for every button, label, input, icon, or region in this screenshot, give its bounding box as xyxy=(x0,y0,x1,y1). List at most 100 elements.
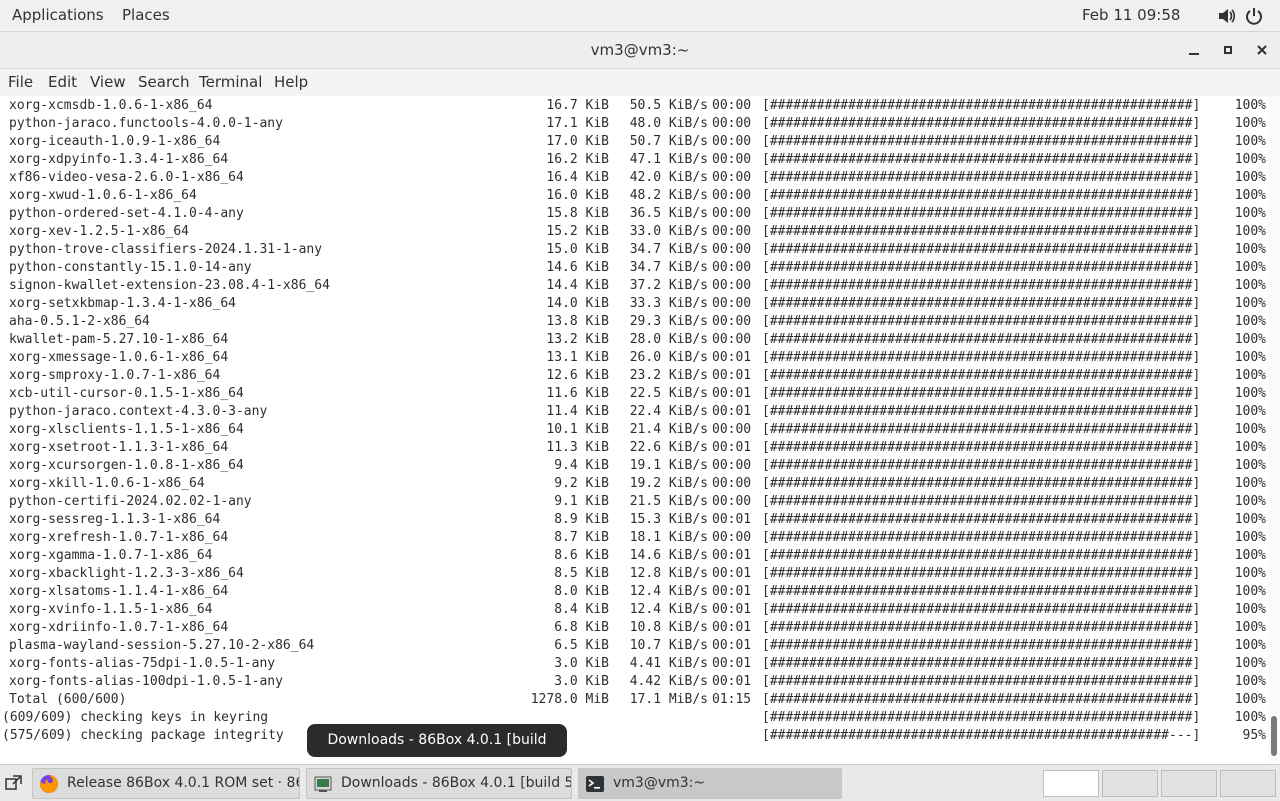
terminal-size: 16.4 KiB xyxy=(546,170,609,185)
terminal-bar: [#######################################… xyxy=(762,368,1201,383)
menu-search[interactable]: Search xyxy=(138,69,190,96)
terminal-text: (575/609) checking package integrity xyxy=(2,728,284,743)
terminal-line: xorg-fonts-alias-100dpi-1.0.5-1-any 3.0 K… xyxy=(0,673,1268,691)
applications-menu[interactable]: Applications xyxy=(12,0,104,31)
terminal-pct: 100% xyxy=(1234,602,1266,617)
terminal-pct: 100% xyxy=(1234,692,1266,707)
close-icon[interactable] xyxy=(1252,40,1272,60)
terminal-name: xorg-iceauth-1.0.9-1-x86_64 xyxy=(9,134,221,149)
terminal-bar: [#######################################… xyxy=(762,98,1201,113)
terminal-pct: 100% xyxy=(1234,224,1266,239)
terminal-time: 00:01 xyxy=(712,350,752,365)
taskbar-item-label: vm3@vm3:~ xyxy=(613,775,706,791)
terminal-bar: [#######################################… xyxy=(762,602,1201,617)
minimize-icon[interactable] xyxy=(1184,40,1204,60)
terminal-bar: [#######################################… xyxy=(762,224,1201,239)
menu-view[interactable]: View xyxy=(90,69,126,96)
terminal-bar: [#######################################… xyxy=(762,170,1201,185)
menu-terminal[interactable]: Terminal xyxy=(199,69,262,96)
terminal-size: 11.6 KiB xyxy=(546,386,609,401)
terminal-pct: 100% xyxy=(1234,350,1266,365)
terminal-bar: [#######################################… xyxy=(762,512,1201,527)
terminal-speed: 19.1 KiB/s xyxy=(629,458,708,473)
terminal-speed: 48.2 KiB/s xyxy=(629,188,708,203)
terminal-pct: 100% xyxy=(1234,170,1266,185)
terminal-size: 8.7 KiB xyxy=(554,530,609,545)
workspace-1[interactable] xyxy=(1043,770,1099,797)
menu-help[interactable]: Help xyxy=(274,69,308,96)
terminal-time: 00:01 xyxy=(712,548,752,563)
scrollbar-thumb[interactable] xyxy=(1271,716,1277,756)
window-titlebar[interactable]: vm3@vm3:~ xyxy=(0,32,1280,69)
terminal-size: 14.0 KiB xyxy=(546,296,609,311)
speaker-icon[interactable] xyxy=(1216,6,1236,26)
terminal-size: 13.1 KiB xyxy=(546,350,609,365)
clock[interactable]: Feb 11 09:58 xyxy=(1082,0,1180,31)
terminal-time: 00:01 xyxy=(712,368,752,383)
terminal-pct: 100% xyxy=(1234,458,1266,473)
menu-file[interactable]: File xyxy=(8,69,33,96)
terminal-time: 00:00 xyxy=(712,224,752,239)
workspace-4[interactable] xyxy=(1220,770,1276,797)
terminal-bar: [#######################################… xyxy=(762,188,1201,203)
terminal-pct: 100% xyxy=(1234,584,1266,599)
terminal-output[interactable]: xorg-xcmsdb-1.0.6-1-x86_64 16.7 KiB 50.5 K… xyxy=(0,96,1268,762)
show-desktop-icon[interactable] xyxy=(4,773,24,793)
terminal-name: python-certifi-2024.02.02-1-any xyxy=(9,494,252,509)
terminal-time: 00:00 xyxy=(712,422,752,437)
terminal-line: xorg-xvinfo-1.1.5-1-x86_64 8.4 KiB 12.4 Ki… xyxy=(0,601,1268,619)
terminal-bar: [#######################################… xyxy=(762,350,1201,365)
terminal-bar: [#######################################… xyxy=(762,422,1201,437)
workspace-2[interactable] xyxy=(1102,770,1158,797)
terminal-name: xorg-xvinfo-1.1.5-1-x86_64 xyxy=(9,602,213,617)
terminal-pct: 100% xyxy=(1234,440,1266,455)
terminal-speed: 33.0 KiB/s xyxy=(629,224,708,239)
terminal-size: 13.8 KiB xyxy=(546,314,609,329)
terminal-speed: 12.4 KiB/s xyxy=(629,602,708,617)
power-icon[interactable] xyxy=(1244,6,1264,26)
terminal-pct: 100% xyxy=(1234,494,1266,509)
terminal-speed: 33.3 KiB/s xyxy=(629,296,708,311)
terminal-line: python-jaraco.functools-4.0.0-1-any 17.1 … xyxy=(0,115,1268,133)
terminal-bar: [#######################################… xyxy=(762,386,1201,401)
terminal-size: 16.2 KiB xyxy=(546,152,609,167)
maximize-icon[interactable] xyxy=(1218,40,1238,60)
terminal-size: 17.0 KiB xyxy=(546,134,609,149)
terminal-line: xorg-xsetroot-1.1.3-1-x86_64 11.3 KiB 22.6… xyxy=(0,439,1268,457)
taskbar-item-label: Downloads - 86Box 4.0.1 [build 5… xyxy=(341,775,572,791)
terminal-name: xorg-xmessage-1.0.6-1-x86_64 xyxy=(9,350,229,365)
menu-edit[interactable]: Edit xyxy=(48,69,77,96)
terminal-time: 00:01 xyxy=(712,584,752,599)
terminal-size: 9.1 KiB xyxy=(554,494,609,509)
terminal-name: xorg-setxkbmap-1.3.4-1-x86_64 xyxy=(9,296,236,311)
taskbar: Release 86Box 4.0.1 ROM set · 86… Downlo… xyxy=(0,764,1280,801)
terminal-name: xorg-xrefresh-1.0.7-1-x86_64 xyxy=(9,530,229,545)
terminal-size: 11.4 KiB xyxy=(546,404,609,419)
terminal-size: 3.0 KiB xyxy=(554,674,609,689)
workspace-3[interactable] xyxy=(1161,770,1217,797)
places-menu[interactable]: Places xyxy=(122,0,170,31)
taskbar-item-firefox[interactable]: Release 86Box 4.0.1 ROM set · 86… xyxy=(32,768,300,799)
terminal-size: 8.5 KiB xyxy=(554,566,609,581)
terminal-line: Total (600/600) 1278.0 MiB 17.1 MiB/s 01:15… xyxy=(0,691,1268,709)
terminal-name: signon-kwallet-extension-23.08.4-1-x86_6… xyxy=(9,278,330,293)
terminal-bar: [#######################################… xyxy=(762,620,1201,635)
terminal-time: 00:01 xyxy=(712,620,752,635)
terminal-speed: 37.2 KiB/s xyxy=(629,278,708,293)
terminal-bar: [#######################################… xyxy=(762,584,1201,599)
terminal-size: 16.0 KiB xyxy=(546,188,609,203)
terminal-scrollbar[interactable] xyxy=(1268,96,1280,762)
terminal-pct: 100% xyxy=(1234,566,1266,581)
terminal-name: xcb-util-cursor-0.1.5-1-x86_64 xyxy=(9,386,244,401)
terminal-line: python-certifi-2024.02.02-1-any 9.1 KiB 21… xyxy=(0,493,1268,511)
terminal-line: xorg-iceauth-1.0.9-1-x86_64 17.0 KiB 50.7 … xyxy=(0,133,1268,151)
taskbar-item-file-manager[interactable]: Downloads - 86Box 4.0.1 [build 5… xyxy=(306,768,572,799)
terminal-size: 11.3 KiB xyxy=(546,440,609,455)
terminal-line: xorg-xgamma-1.0.7-1-x86_64 8.6 KiB 14.6 Ki… xyxy=(0,547,1268,565)
terminal-speed: 12.4 KiB/s xyxy=(629,584,708,599)
taskbar-item-terminal[interactable]: vm3@vm3:~ xyxy=(578,768,842,799)
terminal-line: xorg-setxkbmap-1.3.4-1-x86_64 14.0 KiB 33.… xyxy=(0,295,1268,313)
terminal-bar: [#######################################… xyxy=(762,494,1201,509)
terminal-size: 15.8 KiB xyxy=(546,206,609,221)
terminal-line: xorg-sessreg-1.1.3-1-x86_64 8.9 KiB 15.3 K… xyxy=(0,511,1268,529)
